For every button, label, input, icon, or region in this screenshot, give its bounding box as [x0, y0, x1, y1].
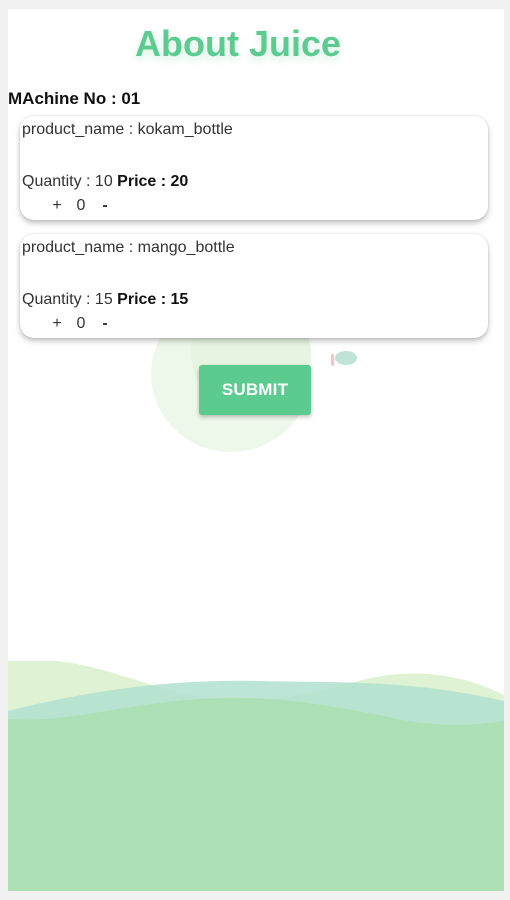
product-price: Price : 15 [117, 291, 189, 308]
quantity-price-line: Quantity : 15 Price : 15 [22, 291, 188, 309]
quantity-stepper: + 0 - [48, 315, 114, 333]
selected-count: 0 [76, 197, 86, 214]
page-title: About Juice [134, 23, 341, 64]
background-waves [8, 661, 504, 891]
submit-button[interactable]: SUBMIT [199, 365, 311, 415]
increment-button[interactable]: + [48, 197, 66, 215]
product-quantity: Quantity : 10 [22, 173, 113, 190]
product-quantity: Quantity : 15 [22, 291, 113, 308]
quantity-stepper: + 0 - [48, 197, 114, 215]
quantity-price-line: Quantity : 10 Price : 20 [22, 173, 188, 191]
decrement-button[interactable]: - [96, 315, 114, 333]
product-price: Price : 20 [117, 173, 189, 190]
product-name: product_name : kokam_bottle [22, 121, 233, 138]
app-screen: About Juice MAchine No : 01 product_name… [8, 9, 504, 891]
machine-number: MAchine No : 01 [8, 89, 141, 108]
selected-count: 0 [76, 315, 86, 332]
decrement-button[interactable]: - [96, 197, 114, 215]
product-name: product_name : mango_bottle [22, 239, 235, 256]
product-card: product_name : kokam_bottle Quantity : 1… [20, 116, 488, 220]
product-card: product_name : mango_bottle Quantity : 1… [20, 234, 488, 338]
increment-button[interactable]: + [48, 315, 66, 333]
